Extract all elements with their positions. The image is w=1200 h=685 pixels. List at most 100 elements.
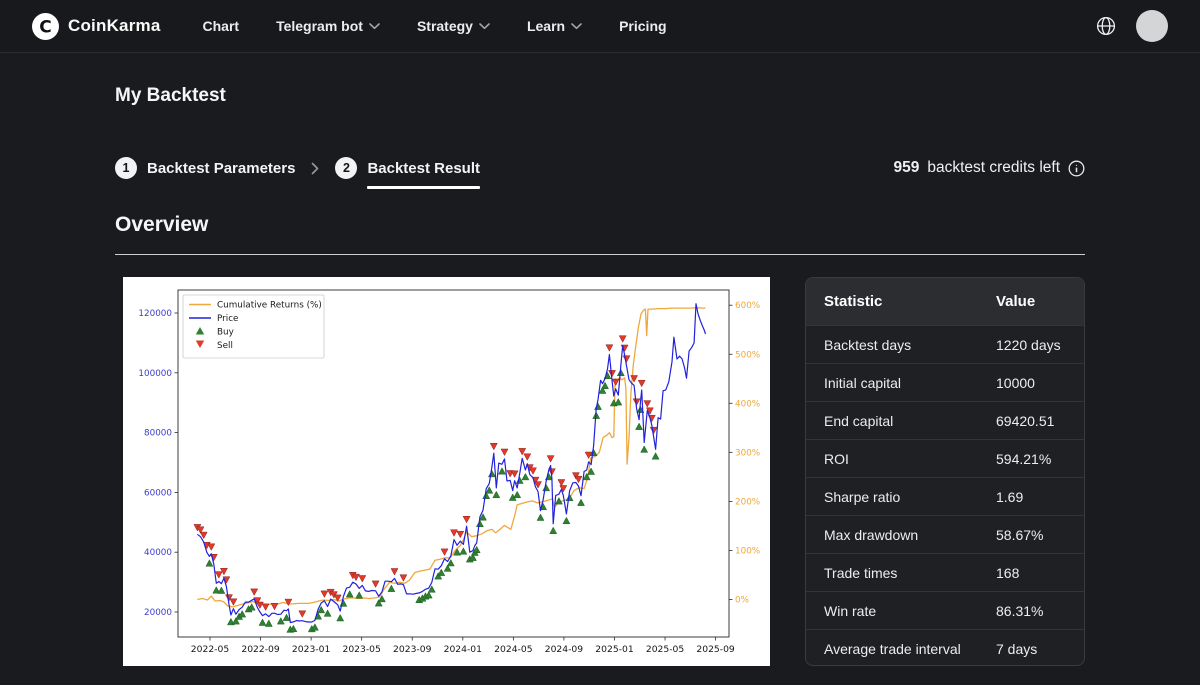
header-value: Value: [996, 293, 1084, 310]
row-label: Initial capital: [806, 375, 996, 391]
stepper: 1 Backtest Parameters 2 Backtest Result …: [115, 157, 1085, 179]
row-label: End capital: [806, 413, 996, 429]
svg-text:2025-01: 2025-01: [595, 644, 633, 655]
svg-text:2024-09: 2024-09: [545, 644, 584, 655]
nav-item-label: Telegram bot: [276, 18, 363, 34]
svg-text:120000: 120000: [138, 309, 172, 319]
row-value: 1.69: [996, 489, 1084, 505]
chevron-down-icon: [571, 23, 582, 30]
row-value: 58.67%: [996, 527, 1084, 543]
svg-text:600%: 600%: [735, 302, 760, 312]
svg-text:200%: 200%: [735, 498, 760, 508]
stepper-step-1[interactable]: 1 Backtest Parameters: [115, 157, 295, 179]
row-value: 7 days: [996, 641, 1084, 657]
header-statistic: Statistic: [806, 293, 996, 310]
credits-left: 959 backtest credits left: [893, 159, 1085, 177]
table-row: Win rate86.31%: [806, 591, 1084, 629]
globe-icon[interactable]: [1096, 16, 1116, 36]
svg-text:Sell: Sell: [217, 341, 233, 351]
credits-label: backtest credits left: [927, 159, 1060, 177]
step-1-circle: 1: [115, 157, 137, 179]
nav-item-label: Learn: [527, 18, 565, 34]
row-label: Backtest days: [806, 337, 996, 353]
nav-right: [1096, 10, 1168, 42]
stats-table: Statistic Value Backtest days1220 daysIn…: [805, 277, 1085, 666]
section-divider: [115, 254, 1085, 255]
overview-row: 20000 40000 60000 80000 100000 120000 0% 100% 20…: [115, 277, 1085, 666]
brand-name: CoinKarma: [68, 16, 161, 36]
svg-text:2024-01: 2024-01: [444, 644, 482, 655]
nav-item-telegram-bot[interactable]: Telegram bot: [276, 18, 380, 34]
avatar[interactable]: [1136, 10, 1168, 42]
svg-text:40000: 40000: [144, 549, 172, 559]
table-row: Average trade interval7 days: [806, 629, 1084, 666]
chevron-right-icon: [311, 162, 319, 175]
svg-text:C: C: [39, 17, 51, 37]
nav-item-label: Chart: [203, 18, 240, 34]
chevron-down-icon: [369, 23, 380, 30]
table-row: Initial capital10000: [806, 363, 1084, 401]
credits-count: 959: [893, 159, 919, 177]
svg-text:100000: 100000: [138, 369, 172, 379]
row-label: Average trade interval: [806, 641, 996, 657]
svg-text:Price: Price: [217, 314, 238, 324]
svg-text:2023-05: 2023-05: [342, 644, 381, 655]
main-content: My Backtest 1 Backtest Parameters 2 Back…: [0, 85, 1200, 666]
row-value: 10000: [996, 375, 1084, 391]
svg-text:Cumulative Returns (%): Cumulative Returns (%): [217, 301, 322, 311]
svg-text:2023-09: 2023-09: [393, 644, 432, 655]
nav-item-strategy[interactable]: Strategy: [417, 18, 490, 34]
row-value: 594.21%: [996, 451, 1084, 467]
row-value: 1220 days: [996, 337, 1084, 353]
svg-text:2022-09: 2022-09: [241, 644, 280, 655]
table-row: Backtest days1220 days: [806, 325, 1084, 363]
coinkarma-logo[interactable]: C CoinKarma: [32, 13, 161, 40]
row-label: Max drawdown: [806, 527, 996, 543]
info-icon[interactable]: [1068, 160, 1085, 177]
chart-legend: Cumulative Returns (%) Price Buy Sell: [183, 295, 324, 358]
table-row: Sharpe ratio1.69: [806, 477, 1084, 515]
svg-text:20000: 20000: [144, 608, 172, 618]
table-row: End capital69420.51: [806, 401, 1084, 439]
row-label: ROI: [806, 451, 996, 467]
row-value: 69420.51: [996, 413, 1084, 429]
backtest-chart: 20000 40000 60000 80000 100000 120000 0% 100% 20…: [123, 277, 770, 666]
nav-item-label: Strategy: [417, 18, 473, 34]
svg-text:80000: 80000: [144, 429, 172, 439]
navbar: C CoinKarma Chart Telegram bot Strategy Lea…: [0, 0, 1200, 53]
table-row: Max drawdown58.67%: [806, 515, 1084, 553]
svg-text:300%: 300%: [735, 449, 760, 459]
nav-item-learn[interactable]: Learn: [527, 18, 582, 34]
nav-links: Chart Telegram bot Strategy Learn Pricing: [203, 18, 667, 34]
row-label: Sharpe ratio: [806, 489, 996, 505]
row-value: 168: [996, 565, 1084, 581]
step-1-label: Backtest Parameters: [147, 160, 295, 177]
svg-text:400%: 400%: [735, 400, 760, 410]
svg-text:2022-05: 2022-05: [191, 644, 230, 655]
svg-text:500%: 500%: [735, 351, 760, 361]
svg-text:2024-05: 2024-05: [494, 644, 533, 655]
brand-logo-icon: C: [32, 13, 59, 40]
svg-text:2025-09: 2025-09: [696, 644, 735, 655]
step-2-circle: 2: [335, 157, 357, 179]
step-2-label: Backtest Result: [367, 160, 480, 177]
stats-table-header: Statistic Value: [806, 278, 1084, 325]
svg-text:100%: 100%: [735, 547, 760, 557]
svg-text:60000: 60000: [144, 489, 172, 499]
row-value: 86.31%: [996, 603, 1084, 619]
svg-text:Buy: Buy: [217, 328, 234, 338]
table-row: ROI594.21%: [806, 439, 1084, 477]
nav-item-chart[interactable]: Chart: [203, 18, 240, 34]
svg-text:2025-05: 2025-05: [646, 644, 685, 655]
nav-item-label: Pricing: [619, 18, 666, 34]
svg-text:0%: 0%: [735, 596, 749, 606]
chevron-down-icon: [479, 23, 490, 30]
nav-item-pricing[interactable]: Pricing: [619, 18, 666, 34]
stats-table-body: Backtest days1220 daysInitial capital100…: [806, 325, 1084, 666]
row-label: Win rate: [806, 603, 996, 619]
stepper-step-2[interactable]: 2 Backtest Result: [335, 157, 480, 179]
table-row: Trade times168: [806, 553, 1084, 591]
chart-card: 20000 40000 60000 80000 100000 120000 0% 100% 20…: [123, 277, 770, 666]
svg-text:2023-01: 2023-01: [292, 644, 330, 655]
row-label: Trade times: [806, 565, 996, 581]
